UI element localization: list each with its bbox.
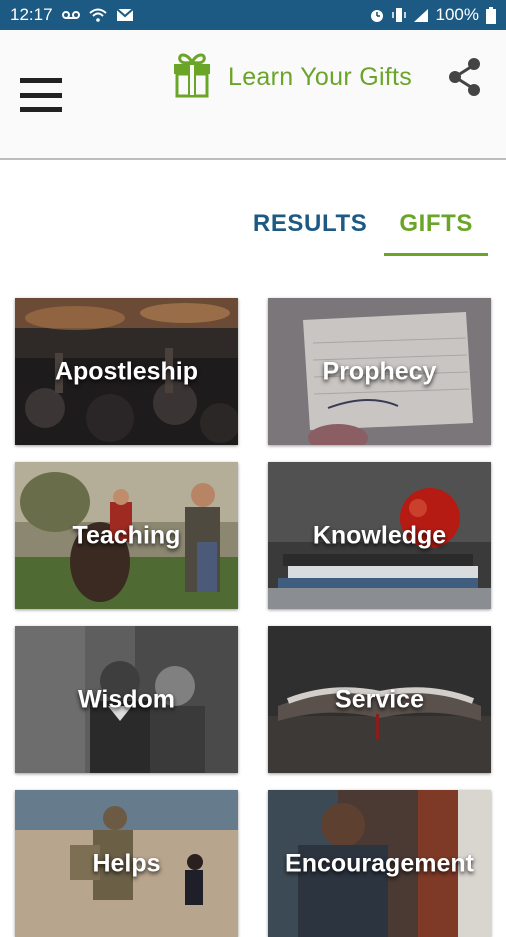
gift-label: Encouragement xyxy=(285,849,474,877)
gift-icon xyxy=(172,52,212,103)
tab-results[interactable]: RESULTS xyxy=(238,210,382,256)
gift-label: Teaching xyxy=(72,521,181,549)
gift-tile-wisdom[interactable]: Wisdom xyxy=(15,626,238,773)
share-button[interactable] xyxy=(447,57,483,97)
gift-tile-knowledge[interactable]: Knowledge xyxy=(268,462,491,609)
menu-button[interactable] xyxy=(20,78,62,112)
wifi-call-icon xyxy=(88,8,107,22)
gift-tile-prophecy[interactable]: Prophecy xyxy=(268,298,491,445)
gift-label: Prophecy xyxy=(322,357,437,385)
menu-icon-bar xyxy=(20,107,62,112)
app-title: Learn Your Gifts xyxy=(228,63,413,91)
gift-label: Service xyxy=(335,685,424,713)
status-bar: 12:17 100% xyxy=(0,0,506,30)
battery-icon xyxy=(486,6,496,24)
menu-icon xyxy=(20,78,62,83)
gift-label: Wisdom xyxy=(78,685,175,713)
signal-icon xyxy=(413,8,429,23)
gift-label: Apostleship xyxy=(54,357,199,385)
gift-tile-teaching[interactable]: Teaching xyxy=(15,462,238,609)
app-bar: Learn Your Gifts xyxy=(0,30,506,160)
gift-tile-helps[interactable]: Helps xyxy=(15,790,238,937)
status-time: 12:17 xyxy=(10,5,53,24)
vibrate-icon xyxy=(391,7,406,23)
app-brand: Learn Your Gifts xyxy=(172,52,412,103)
tab-gifts[interactable]: GIFTS xyxy=(384,210,488,256)
battery-percent: 100% xyxy=(435,5,479,24)
share-icon xyxy=(449,58,480,96)
email-icon xyxy=(115,8,134,22)
voicemail-icon xyxy=(61,10,80,20)
tab-bar: RESULTS GIFTS xyxy=(238,210,488,256)
gift-tile-encouragement[interactable]: Encouragement xyxy=(268,790,491,937)
gift-tile-service[interactable]: Service xyxy=(268,626,491,773)
gift-label: Knowledge xyxy=(312,521,447,549)
gift-label: Helps xyxy=(92,849,161,877)
menu-icon-bar xyxy=(20,92,62,98)
alarm-icon xyxy=(369,7,385,23)
gift-tile-apostleship[interactable]: Apostleship xyxy=(15,298,238,445)
gift-grid: Apostleship Prophecy Teaching Knowledge … xyxy=(15,298,492,937)
